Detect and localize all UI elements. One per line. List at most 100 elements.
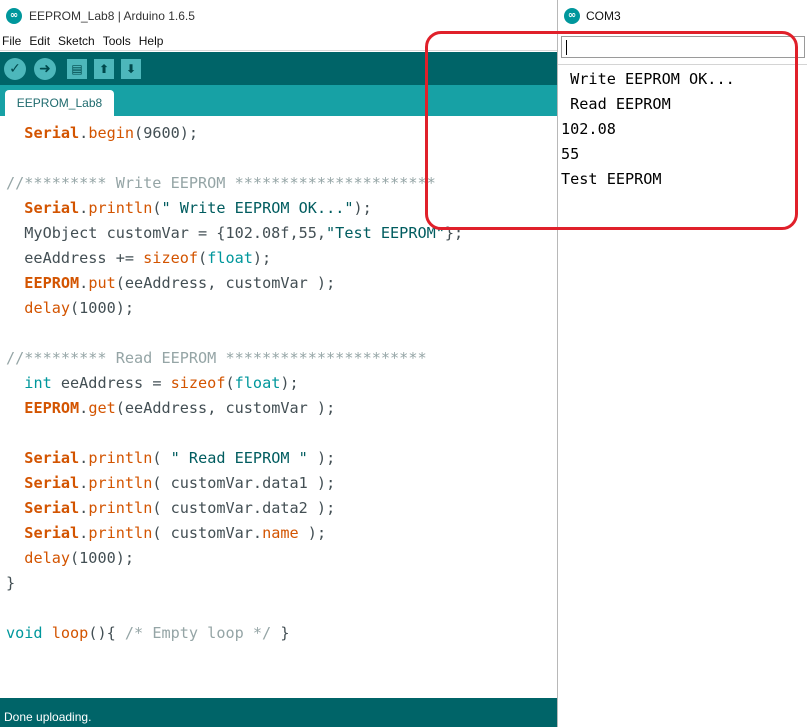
serial-titlebar: ∞ COM3 xyxy=(558,0,807,31)
code-line: Serial.println(" Write EEPROM OK..."); xyxy=(6,196,372,221)
code-token: begin xyxy=(88,124,135,142)
text-caret xyxy=(566,40,567,55)
code-line: delay(1000); xyxy=(6,546,134,571)
code-token: (1000); xyxy=(70,299,135,317)
menu-file[interactable]: File xyxy=(2,34,21,48)
code-token: }; xyxy=(444,224,464,242)
code-line: Serial.println( customVar.name ); xyxy=(6,521,326,546)
menu-sketch[interactable]: Sketch xyxy=(58,34,95,48)
code-token: loop xyxy=(51,624,89,642)
code-line: Serial.println( customVar.data1 ); xyxy=(6,471,335,496)
tab-eeprom-lab8[interactable]: EEPROM_Lab8 xyxy=(5,90,114,116)
code-token: eeAddress += xyxy=(6,249,144,267)
code-token: sizeof xyxy=(170,374,226,392)
upload-button[interactable]: ➜ xyxy=(34,57,56,80)
ide-statusbar: Done uploading. xyxy=(0,698,557,727)
serial-output-line: Write EEPROM OK... xyxy=(561,70,735,88)
code-line: int eeAddress = sizeof(float); xyxy=(6,371,298,396)
code-token: . xyxy=(79,399,89,417)
serial-output-area[interactable]: Write EEPROM OK... Read EEPROM 102.08 55 Te… xyxy=(558,64,807,727)
verify-button[interactable]: ✓ xyxy=(4,57,26,80)
menu-tools[interactable]: Tools xyxy=(103,34,131,48)
code-token: " Write EEPROM OK..." xyxy=(161,199,354,217)
code-line: void loop(){ /* Empty loop */ } xyxy=(6,621,290,646)
code-token: get xyxy=(88,399,116,417)
code-token: ( customVar. xyxy=(152,524,263,542)
code-token: //********* Read EEPROM ****************… xyxy=(6,349,427,367)
arduino-logo-icon: ∞ xyxy=(564,7,580,24)
code-token: ( xyxy=(225,374,235,392)
code-line: delay(1000); xyxy=(6,296,134,321)
code-line: Serial.println( customVar.data2 ); xyxy=(6,496,335,521)
code-line: Serial.println( " Read EEPROM " ); xyxy=(6,446,335,471)
code-token: } xyxy=(6,574,16,592)
code-token: //********* Write EEPROM ***************… xyxy=(6,174,436,192)
code-token: (9600); xyxy=(134,124,199,142)
code-token: ( customVar.data2 ); xyxy=(152,499,336,517)
code-token: . xyxy=(79,199,89,217)
ide-titlebar: ∞ EEPROM_Lab8 | Arduino 1.6.5 xyxy=(0,0,557,31)
menu-edit[interactable]: Edit xyxy=(29,34,50,48)
code-token: Serial xyxy=(24,124,80,142)
code-token: . xyxy=(79,524,89,542)
menu-help[interactable]: Help xyxy=(139,34,164,48)
serial-output-line: Test EEPROM xyxy=(561,170,662,188)
code-token: . xyxy=(79,124,89,142)
code-token: ); xyxy=(353,199,372,217)
code-token: . xyxy=(79,499,89,517)
serial-send-input[interactable] xyxy=(561,36,805,58)
code-token: Serial xyxy=(24,199,80,217)
code-token: (){ xyxy=(88,624,125,642)
code-token: delay xyxy=(24,299,71,317)
save-sketch-button[interactable]: ⬇ xyxy=(121,58,141,79)
serial-output-line: 55 xyxy=(561,145,580,163)
code-line: //********* Read EEPROM ****************… xyxy=(6,346,427,371)
code-token: ); xyxy=(252,249,272,267)
code-token: println xyxy=(88,199,153,217)
code-token: /* Empty loop */ xyxy=(124,624,272,642)
code-token: println xyxy=(88,499,153,517)
code-token: Serial xyxy=(24,474,80,492)
code-token: eeAddress = xyxy=(51,374,171,392)
code-token: Serial xyxy=(24,449,80,467)
code-token: " Read EEPROM " xyxy=(170,449,308,467)
code-line: //********* Write EEPROM ***************… xyxy=(6,171,436,196)
new-sketch-button[interactable]: ▤ xyxy=(67,58,87,79)
serial-monitor-window: ∞ COM3 Write EEPROM OK... Read EEPROM 102… xyxy=(557,0,807,727)
code-token: ); xyxy=(298,524,327,542)
code-token: (eeAddress, customVar ); xyxy=(115,274,336,292)
code-editor[interactable]: Serial.begin(9600);//********* Write EEP… xyxy=(0,116,557,698)
code-token: name xyxy=(262,524,299,542)
code-line: eeAddress += sizeof(float); xyxy=(6,246,271,271)
editor-tabstrip: EEPROM_Lab8 xyxy=(0,85,557,116)
code-token: delay xyxy=(24,549,71,567)
code-token: MyObject customVar = {102.08f,55, xyxy=(6,224,327,242)
code-token: println xyxy=(88,524,153,542)
code-token: EEPROM xyxy=(24,274,80,292)
serial-output-line: Read EEPROM xyxy=(561,95,671,113)
code-line: EEPROM.get(eeAddress, customVar ); xyxy=(6,396,335,421)
code-token: Serial xyxy=(24,524,80,542)
code-token: . xyxy=(79,274,89,292)
code-token: println xyxy=(88,474,153,492)
code-token: sizeof xyxy=(143,249,199,267)
status-message: Done uploading. xyxy=(4,710,92,724)
ide-menubar: File Edit Sketch Tools Help xyxy=(0,31,557,51)
code-token: (1000); xyxy=(70,549,135,567)
open-sketch-button[interactable]: ⬆ xyxy=(94,58,114,79)
code-token: ( customVar.data1 ); xyxy=(152,474,336,492)
ide-window-title: EEPROM_Lab8 | Arduino 1.6.5 xyxy=(29,8,195,23)
code-token: println xyxy=(88,449,153,467)
code-token: EEPROM xyxy=(24,399,80,417)
code-line: } xyxy=(6,571,15,596)
code-token: float xyxy=(234,374,281,392)
